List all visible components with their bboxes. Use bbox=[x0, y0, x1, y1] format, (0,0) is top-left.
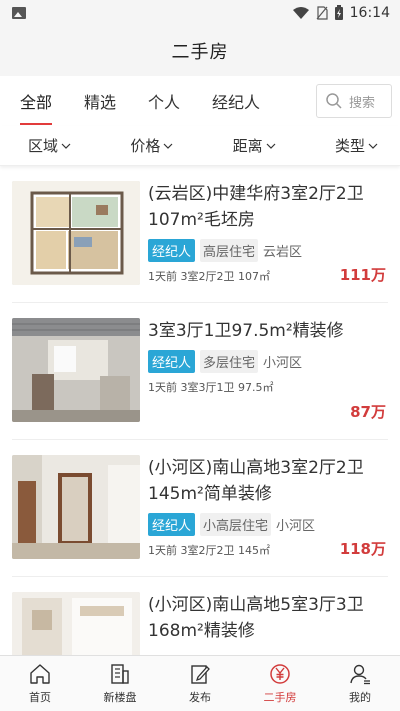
listing-info: (小河区)南山高地3室2厅2卫145m²简单装修 经纪人 小高层住宅 小河区 1… bbox=[140, 455, 388, 562]
nav-mine[interactable]: 我的 bbox=[320, 656, 400, 711]
no-sim-icon bbox=[316, 6, 328, 20]
listing-tags: 经纪人 多层住宅 小河区 bbox=[148, 350, 388, 373]
district-tag: 小河区 bbox=[276, 519, 316, 534]
listing-info: (云岩区)中建华府3室2厅2卫107m²毛坯房 经纪人 高层住宅 云岩区 1天前… bbox=[140, 181, 388, 288]
filter-bar: 区域 价格 距离 类型 bbox=[0, 126, 400, 166]
user-icon bbox=[350, 664, 370, 685]
building-type-tag: 小高层住宅 bbox=[200, 513, 272, 536]
nav-second-hand-label: 二手房 bbox=[263, 691, 297, 704]
filter-distance[interactable]: 距离 bbox=[233, 135, 276, 156]
floorplan-image bbox=[12, 181, 140, 285]
listing-title: 3室3厅1卫97.5m²精装修 bbox=[148, 321, 344, 341]
home-icon bbox=[30, 664, 50, 684]
listing-meta: 1天前 3室3厅1卫 97.5㎡ bbox=[148, 381, 274, 394]
filter-price-label: 价格 bbox=[130, 137, 161, 155]
listing-item[interactable]: (小河区)南山高地3室2厅2卫145m²简单装修 经纪人 小高层住宅 小河区 1… bbox=[12, 440, 388, 577]
chevron-down-icon bbox=[368, 143, 378, 149]
tab-featured[interactable]: 精选 bbox=[84, 83, 116, 119]
building-type-tag: 高层住宅 bbox=[200, 239, 259, 262]
yuan-icon bbox=[270, 664, 290, 684]
filter-price[interactable]: 价格 bbox=[130, 135, 173, 156]
filter-type[interactable]: 类型 bbox=[335, 135, 378, 156]
listing-item[interactable]: (云岩区)中建华府3室2厅2卫107m²毛坯房 经纪人 高层住宅 云岩区 1天前… bbox=[12, 166, 388, 303]
listing-title: (小河区)南山高地5室3厅3卫168m²精装修 bbox=[148, 595, 364, 641]
battery-icon bbox=[334, 5, 343, 20]
nav-mine-label: 我的 bbox=[349, 691, 371, 704]
listing-info: 3室3厅1卫97.5m²精装修 经纪人 多层住宅 小河区 1天前 3室3厅1卫 … bbox=[140, 318, 388, 425]
listing-price: 87万 bbox=[350, 403, 386, 421]
wifi-icon bbox=[292, 7, 309, 19]
nav-publish[interactable]: 发布 bbox=[160, 656, 240, 711]
search-icon bbox=[326, 93, 342, 109]
listing-title: (云岩区)中建华府3室2厅2卫107m²毛坯房 bbox=[148, 184, 364, 230]
listing-tags: 经纪人 小高层住宅 小河区 bbox=[148, 513, 388, 536]
tab-agent[interactable]: 经纪人 bbox=[212, 83, 260, 119]
nav-publish-label: 发布 bbox=[189, 691, 211, 704]
title-bar: 二手房 bbox=[0, 26, 400, 76]
listing-price: 111万 bbox=[339, 266, 386, 284]
nav-new-properties[interactable]: 新楼盘 bbox=[80, 656, 160, 711]
listing-title: (小河区)南山高地3室2厅2卫145m²简单装修 bbox=[148, 458, 364, 504]
chevron-down-icon bbox=[61, 143, 71, 149]
filter-region-label: 区域 bbox=[28, 137, 59, 155]
district-tag: 小河区 bbox=[263, 356, 303, 371]
listing-list: (云岩区)中建华府3室2厅2卫107m²毛坯房 经纪人 高层住宅 云岩区 1天前… bbox=[0, 166, 400, 711]
filter-distance-label: 距离 bbox=[232, 137, 263, 155]
filter-type-label: 类型 bbox=[334, 137, 365, 155]
status-bar: 16:14 bbox=[0, 0, 400, 26]
nav-home[interactable]: 首页 bbox=[0, 656, 80, 711]
nav-home-label: 首页 bbox=[29, 691, 51, 704]
agent-badge: 经纪人 bbox=[148, 350, 196, 373]
kitchen-photo bbox=[12, 318, 140, 422]
listing-price: 118万 bbox=[339, 540, 386, 558]
tab-personal[interactable]: 个人 bbox=[148, 83, 180, 119]
image-notification-icon bbox=[12, 7, 26, 19]
district-tag: 云岩区 bbox=[263, 245, 303, 260]
nav-second-hand[interactable]: 二手房 bbox=[240, 656, 320, 711]
page-title: 二手房 bbox=[171, 42, 229, 63]
filter-region[interactable]: 区域 bbox=[28, 135, 71, 156]
agent-badge: 经纪人 bbox=[148, 513, 196, 536]
tab-all[interactable]: 全部 bbox=[20, 83, 53, 125]
building-icon bbox=[111, 664, 129, 684]
search-box[interactable]: 搜索 bbox=[316, 84, 392, 118]
chevron-down-icon bbox=[266, 143, 276, 149]
search-placeholder: 搜索 bbox=[349, 95, 376, 111]
clock: 16:14 bbox=[349, 5, 390, 21]
building-type-tag: 多层住宅 bbox=[200, 350, 259, 373]
category-tabs: 全部 精选 个人 经纪人 搜索 bbox=[0, 76, 400, 126]
bottom-nav: 首页 新楼盘 发布 二手房 我的 bbox=[0, 655, 400, 711]
nav-new-properties-label: 新楼盘 bbox=[103, 691, 137, 704]
listing-tags: 经纪人 高层住宅 云岩区 bbox=[148, 239, 388, 262]
hallway-photo bbox=[12, 455, 140, 559]
agent-badge: 经纪人 bbox=[148, 239, 196, 262]
edit-icon bbox=[191, 665, 210, 684]
listing-item[interactable]: 3室3厅1卫97.5m²精装修 经纪人 多层住宅 小河区 1天前 3室3厅1卫 … bbox=[12, 303, 388, 440]
chevron-down-icon bbox=[163, 143, 173, 149]
